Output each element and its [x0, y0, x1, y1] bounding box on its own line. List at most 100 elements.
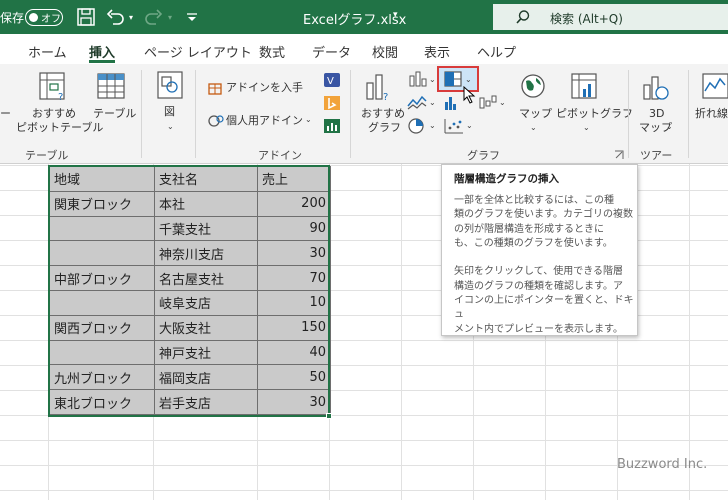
3d-map-icon[interactable] [640, 71, 670, 103]
tab-help[interactable]: ヘルプ [477, 42, 516, 61]
table-cell[interactable]: 90 [257, 215, 331, 242]
recommended-pivot-label-1[interactable]: おすすめ [32, 107, 76, 120]
illustrations-dropdown-icon[interactable]: ⌄ [167, 122, 174, 131]
tab-insert[interactable]: 挿入 [89, 42, 115, 61]
table-cell[interactable]: 神戸支社 [154, 339, 258, 366]
recommended-pivot-icon[interactable]: ? [36, 71, 70, 103]
hierarchy-chart-dropdown-icon[interactable]: ⌄ [465, 75, 472, 84]
addins-group-label: アドイン [258, 149, 302, 162]
table-cell[interactable]: 150 [257, 314, 331, 341]
waterfall-chart-icon[interactable] [478, 94, 498, 112]
table-cell[interactable]: 50 [257, 364, 331, 391]
maps-dropdown-icon[interactable]: ⌄ [530, 123, 537, 132]
visio-icon[interactable]: V [323, 72, 341, 88]
customize-toolbar-icon[interactable] [181, 6, 203, 28]
line-chart-icon[interactable] [406, 94, 428, 112]
table-cell[interactable] [49, 289, 155, 316]
my-addins-button[interactable]: 個人用アドイン [226, 114, 303, 127]
column-chart-icon[interactable] [408, 70, 428, 88]
illustrations-icon[interactable] [156, 70, 184, 100]
recommended-charts-label-1[interactable]: おすすめ [361, 107, 405, 120]
scatter-chart-dropdown-icon[interactable]: ⌄ [466, 121, 473, 130]
table-cell[interactable]: 中部ブロック [49, 265, 155, 291]
maps-chart-icon[interactable] [518, 71, 548, 103]
scatter-chart-icon[interactable] [443, 117, 465, 135]
table-cell[interactable] [49, 215, 155, 242]
table-cell[interactable]: 岩手支店 [154, 389, 258, 415]
maps-label[interactable]: マップ [519, 107, 552, 120]
people-graph-icon[interactable] [323, 118, 341, 134]
sparkline-line-icon[interactable] [700, 71, 728, 103]
undo-icon[interactable] [104, 6, 126, 28]
tab-formulas[interactable]: 数式 [259, 42, 285, 61]
table-cell[interactable]: 200 [257, 190, 331, 217]
table-cell[interactable]: 関東ブロック [49, 190, 155, 217]
table-cell[interactable]: 10 [257, 289, 331, 316]
sparkline-line-label[interactable]: 折れ線 [695, 107, 728, 120]
bing-maps-icon[interactable] [323, 95, 341, 111]
table-cell[interactable]: 30 [257, 389, 331, 415]
store-icon [208, 83, 222, 95]
illustrations-label[interactable]: 図 [164, 105, 175, 118]
redo-dropdown-icon[interactable]: ▾ [168, 13, 172, 22]
dialog-launcher-icon[interactable] [614, 150, 624, 160]
3d-map-dropdown-icon[interactable]: ⌄ [666, 122, 673, 131]
save-icon[interactable] [75, 6, 97, 28]
table-row: 千葉支社 90 [49, 215, 331, 242]
pie-chart-dropdown-icon[interactable]: ⌄ [429, 121, 436, 130]
tab-home[interactable]: ホーム [28, 42, 67, 61]
3d-map-label-1[interactable]: 3D [649, 107, 664, 120]
table-cell[interactable]: 東北ブロック [49, 389, 155, 415]
table-cell[interactable]: 千葉支社 [154, 215, 258, 242]
recommended-pivot-label-2[interactable]: ピボットテーブル [16, 121, 103, 134]
table-cell[interactable] [49, 339, 155, 366]
tab-data[interactable]: データ [312, 42, 351, 61]
my-addins-dropdown-icon[interactable]: ⌄ [305, 115, 312, 124]
table-icon[interactable] [95, 71, 127, 103]
table-cell[interactable]: 30 [257, 240, 331, 267]
fill-handle[interactable] [326, 413, 332, 419]
pivot-chart-icon[interactable] [569, 71, 601, 103]
table-cell[interactable]: 福岡支店 [154, 364, 258, 391]
undo-dropdown-icon[interactable]: ▾ [129, 13, 133, 22]
tours-group-label: ツアー [640, 149, 673, 162]
column-chart-dropdown-icon[interactable]: ⌄ [429, 75, 436, 84]
recommended-charts-icon[interactable]: ? [364, 71, 394, 103]
table-cell[interactable]: 70 [257, 265, 331, 291]
table-cell[interactable]: 本社 [154, 190, 258, 217]
group-divider [628, 70, 629, 158]
redo-icon[interactable] [143, 6, 165, 28]
my-addins-icon [208, 115, 224, 127]
line-chart-dropdown-icon[interactable]: ⌄ [429, 98, 436, 107]
table-cell[interactable]: 大阪支社 [154, 314, 258, 341]
waterfall-chart-dropdown-icon[interactable]: ⌄ [499, 98, 506, 107]
tab-review[interactable]: 校閲 [372, 42, 398, 61]
statistic-chart-icon[interactable] [444, 94, 458, 112]
title-dropdown-icon[interactable]: ▾ [393, 10, 398, 20]
table-cell[interactable]: 神奈川支店 [154, 240, 258, 267]
table-cell[interactable]: 40 [257, 339, 331, 366]
table-cell[interactable]: 岐阜支店 [154, 289, 258, 316]
recommended-charts-label-2[interactable]: グラフ [368, 121, 401, 134]
tooltip-title: 階層構造グラフの挿入 [454, 173, 559, 185]
pivot-table-partial-label[interactable]: ー [0, 107, 11, 120]
header-cell-branch[interactable]: 支社名 [154, 166, 258, 192]
table-cell[interactable]: 名古屋支社 [154, 265, 258, 291]
pie-chart-icon[interactable] [406, 117, 426, 135]
tab-page-layout[interactable]: ページ レイアウト [144, 42, 252, 61]
pivot-chart-dropdown-icon[interactable]: ⌄ [583, 123, 590, 132]
document-title[interactable]: Excelグラフ.xlsx [303, 9, 406, 28]
get-addins-button[interactable]: アドインを入手 [226, 81, 303, 94]
table-row: 神戸支社 40 [49, 339, 331, 366]
tab-view[interactable]: 表示 [424, 42, 450, 61]
table-cell[interactable]: 九州ブロック [49, 364, 155, 391]
header-cell-region[interactable]: 地域 [49, 166, 155, 192]
header-cell-sales[interactable]: 売上 [257, 166, 331, 192]
search-input[interactable]: 検索 (Alt+Q) [493, 4, 728, 30]
pivot-chart-label[interactable]: ピボットグラフ [556, 107, 633, 120]
table-label[interactable]: テーブル [93, 107, 136, 120]
table-cell[interactable]: 関西ブロック [49, 314, 155, 341]
group-divider [350, 70, 351, 158]
autosave-toggle[interactable]: オフ [25, 9, 63, 26]
table-cell[interactable] [49, 240, 155, 267]
